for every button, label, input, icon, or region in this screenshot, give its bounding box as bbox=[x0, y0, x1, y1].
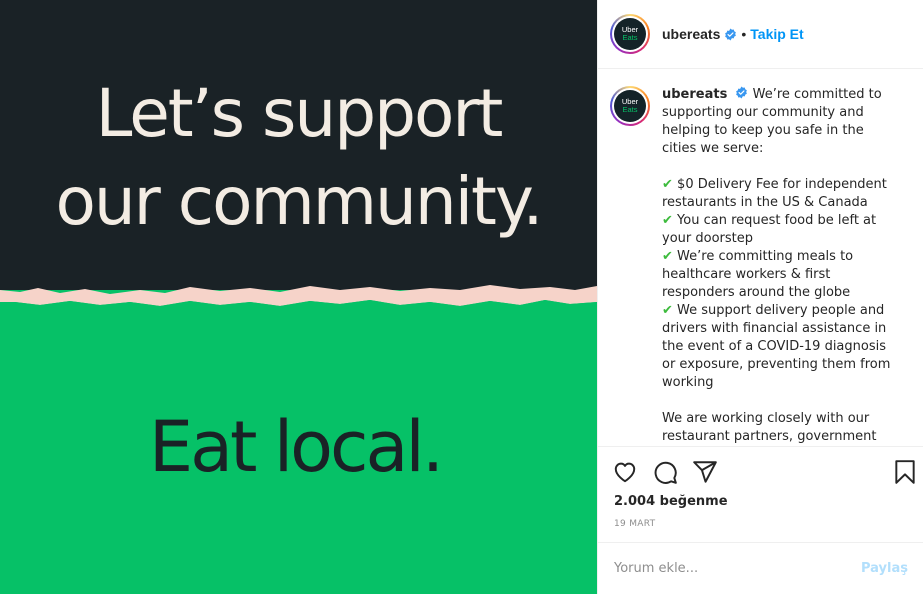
comment-icon[interactable] bbox=[652, 459, 678, 485]
comment-bar: Paylaş bbox=[598, 542, 923, 594]
post-image[interactable]: Let’s support our community. Eat local. bbox=[0, 0, 597, 594]
caption-username[interactable]: ubereats bbox=[662, 87, 727, 102]
follow-button[interactable]: Takip Et bbox=[750, 26, 803, 42]
action-bar bbox=[598, 446, 923, 498]
share-icon[interactable] bbox=[692, 459, 718, 485]
check-icon: ✔ bbox=[662, 249, 673, 264]
caption-item-text: We’re committing meals to healthcare wor… bbox=[662, 249, 854, 300]
caption-outro: We are working closely with our restaura… bbox=[662, 411, 877, 444]
caption-avatar[interactable]: Uber Eats bbox=[610, 86, 650, 446]
headline-line-2: our community. bbox=[55, 163, 543, 240]
post-header: Uber Eats ubereats • Takip Et bbox=[598, 0, 923, 69]
image-tagline: Eat local. bbox=[148, 406, 444, 488]
torn-paper-edge bbox=[0, 285, 597, 312]
caption-text: ubereats We’re committed to supporting o… bbox=[662, 86, 902, 446]
logo-text-eats: Eats bbox=[622, 105, 638, 114]
verified-icon bbox=[725, 28, 737, 40]
caption-item: ✔ You can request food be left at your d… bbox=[662, 212, 902, 248]
caption-item-text: You can request food be left at your doo… bbox=[662, 213, 877, 246]
separator-dot: • bbox=[741, 26, 747, 42]
caption-item-text: We support delivery people and drivers w… bbox=[662, 303, 891, 390]
check-icon: ✔ bbox=[662, 303, 673, 318]
verified-icon bbox=[736, 86, 748, 99]
post-comment-button[interactable]: Paylaş bbox=[861, 561, 908, 576]
check-icon: ✔ bbox=[662, 177, 673, 192]
logo-text-eats: Eats bbox=[622, 33, 638, 42]
uber-eats-logo: Uber Eats bbox=[614, 18, 646, 50]
post-date[interactable]: 19 MART bbox=[614, 519, 655, 529]
check-icon: ✔ bbox=[662, 213, 673, 228]
caption-area: Uber Eats ubereats We’re committed to su… bbox=[598, 70, 923, 446]
bookmark-icon[interactable] bbox=[892, 459, 918, 485]
header-username[interactable]: ubereats bbox=[662, 26, 720, 42]
headline-line-1: Let’s support bbox=[95, 75, 504, 152]
avatar[interactable]: Uber Eats bbox=[610, 14, 650, 54]
caption-item: ✔ We support delivery people and drivers… bbox=[662, 302, 902, 392]
caption-item: ✔ $0 Delivery Fee for independent restau… bbox=[662, 176, 902, 212]
heart-icon[interactable] bbox=[612, 459, 638, 485]
likes-count[interactable]: 2.004 beğenme bbox=[614, 494, 728, 509]
uber-eats-logo: Uber Eats bbox=[614, 90, 646, 122]
caption-item: ✔ We’re committing meals to healthcare w… bbox=[662, 248, 902, 302]
post-side-panel: Uber Eats ubereats • Takip Et Uber Eats bbox=[597, 0, 923, 594]
image-headline: Let’s support our community. bbox=[0, 70, 597, 246]
comment-input[interactable] bbox=[614, 561, 861, 576]
caption-item-text: $0 Delivery Fee for independent restaura… bbox=[662, 177, 887, 210]
